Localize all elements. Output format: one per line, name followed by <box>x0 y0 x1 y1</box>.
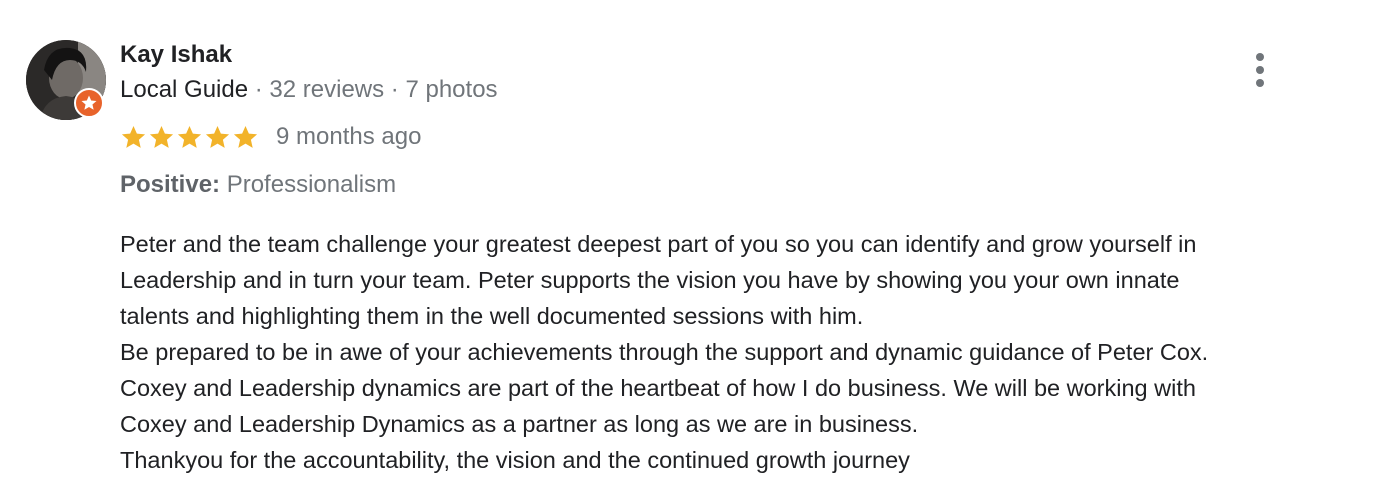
review-text-line: Be prepared to be in awe of your achieve… <box>120 339 1209 365</box>
more-vert-icon <box>1256 66 1264 74</box>
star-icon <box>177 125 202 148</box>
attribute-value: Professionalism <box>226 171 397 198</box>
meta-separator: · <box>248 76 270 103</box>
local-guide-star-icon <box>74 88 104 118</box>
star-rating <box>120 124 259 151</box>
star-icon <box>205 125 230 148</box>
avatar[interactable] <box>26 40 106 120</box>
review-attributes: Positive: Professionalism <box>120 170 396 200</box>
review-text-line: Thankyou for the accountability, the vis… <box>120 447 910 473</box>
reviewer-name[interactable]: Kay Ishak <box>120 40 232 70</box>
star-icon <box>121 125 146 148</box>
star-icon <box>233 125 258 148</box>
review-text-line: Coxey and Leadership dynamics are part o… <box>120 375 1196 401</box>
review-text-line: Leadership and in turn your team. Peter … <box>120 267 1180 293</box>
review-text-line: Peter and the team challenge your greate… <box>120 231 1197 257</box>
meta-separator: · <box>384 76 406 103</box>
more-vert-icon <box>1256 79 1264 87</box>
review-count[interactable]: 32 reviews <box>269 76 384 103</box>
review-text-line: Coxey and Leadership Dynamics as a partn… <box>120 411 919 437</box>
star-icon <box>149 125 174 148</box>
attribute-label: Positive: <box>120 171 221 198</box>
review-date: 9 months ago <box>276 123 422 150</box>
more-options-button[interactable] <box>1244 50 1276 90</box>
rating-row: 9 months ago <box>120 122 421 152</box>
review-text-line: talents and highlighting them in the wel… <box>120 303 864 329</box>
more-vert-icon <box>1256 53 1264 61</box>
review-text: Peter and the team challenge your greate… <box>120 226 1360 478</box>
reviewer-meta: Local Guide · 32 reviews · 7 photos <box>120 75 498 105</box>
photo-count[interactable]: 7 photos <box>405 76 497 103</box>
review-card: Kay Ishak Local Guide · 32 reviews · 7 p… <box>0 0 1398 496</box>
local-guide-label: Local Guide <box>120 76 249 103</box>
